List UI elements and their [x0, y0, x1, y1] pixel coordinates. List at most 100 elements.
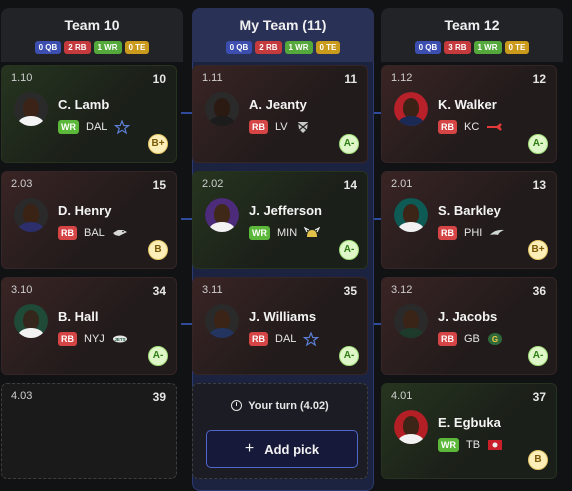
- viking-icon: [304, 226, 321, 237]
- player-rank: 37: [532, 390, 546, 404]
- player-rank: 34: [152, 284, 166, 298]
- pick-grade: A-: [339, 346, 359, 366]
- your-turn-status: Your turn (4.02): [193, 400, 367, 412]
- player-avatar: [205, 198, 239, 232]
- team-header[interactable]: Team 12 0 QB 3 RB 1 WR 0 TE: [381, 8, 563, 62]
- qb-count: 0 QB: [414, 41, 442, 54]
- position-tag: RB: [58, 332, 77, 346]
- plus-icon: +: [244, 440, 255, 457]
- rb-count: 2 RB: [64, 41, 91, 54]
- position-tag: WR: [249, 226, 270, 240]
- pick-grade: A-: [339, 240, 359, 260]
- te-count: 0 TE: [124, 41, 150, 54]
- nfl-team: NYJ: [84, 333, 105, 345]
- player-avatar: [394, 304, 428, 338]
- star-icon: [303, 332, 320, 346]
- player-name: C. Lamb: [58, 97, 110, 112]
- pick-grade: B: [528, 450, 548, 470]
- nfl-team: GB: [464, 333, 480, 345]
- player-avatar: [394, 410, 428, 444]
- player-name: D. Henry: [58, 203, 112, 218]
- pick-grade: A-: [528, 346, 548, 366]
- rb-count: 3 RB: [444, 41, 471, 54]
- pick-grade: B+: [148, 134, 168, 154]
- pick-card[interactable]: 1.12 12 K. Walker RB KC A-: [381, 65, 557, 163]
- eagle-icon: [490, 229, 505, 235]
- pick-card[interactable]: 4.01 37 E. Egbuka WR TB B: [381, 383, 557, 479]
- chiefs-icon: [487, 123, 503, 131]
- player-rank: 12: [532, 72, 546, 86]
- clock-icon: [231, 400, 243, 411]
- add-pick-label: Add pick: [264, 441, 320, 457]
- player-meta: RB LV: [249, 120, 311, 134]
- pick-grade: B: [148, 240, 168, 260]
- team-header[interactable]: My Team (11) 0 QB 2 RB 1 WR 0 TE: [192, 8, 374, 62]
- player-meta: RB KC: [438, 120, 503, 134]
- star-icon: [114, 120, 131, 134]
- add-pick-button[interactable]: + Add pick: [206, 430, 358, 468]
- pick-grade: A-: [528, 134, 548, 154]
- pick-grade: A-: [339, 134, 359, 154]
- pick-number: 2.03: [11, 178, 33, 190]
- wr-count: 1 WR: [473, 41, 502, 54]
- draft-board: Team 10 0 QB 2 RB 1 WR 0 TE 1.10 10 C. L…: [0, 0, 572, 491]
- player-meta: WR DAL: [58, 120, 131, 134]
- position-tag: RB: [249, 332, 268, 346]
- raiders-icon: [297, 122, 309, 133]
- player-name: J. Williams: [249, 309, 317, 324]
- player-meta: RB NYJ JETS: [58, 332, 128, 346]
- pick-card[interactable]: 3.11 35 J. Williams RB DAL A-: [192, 277, 368, 375]
- player-rank: 15: [152, 178, 166, 192]
- player-meta: RB DAL: [249, 332, 320, 346]
- pick-card[interactable]: 1.10 10 C. Lamb WR DAL B+: [1, 65, 177, 163]
- team-header[interactable]: Team 10 0 QB 2 RB 1 WR 0 TE: [1, 8, 183, 62]
- player-rank: 10: [152, 72, 166, 86]
- pick-card[interactable]: 3.12 36 J. Jacobs RB GB G A-: [381, 277, 557, 375]
- player-avatar: [394, 198, 428, 232]
- position-tag: WR: [438, 438, 459, 452]
- player-rank: 11: [344, 72, 357, 86]
- position-tag: RB: [438, 120, 457, 134]
- pick-number: 3.11: [202, 284, 223, 296]
- pick-card[interactable]: 3.10 34 B. Hall RB NYJ JETS A-: [1, 277, 177, 375]
- position-counts: 0 QB 2 RB 1 WR 0 TE: [192, 41, 374, 54]
- player-avatar: [14, 92, 48, 126]
- position-counts: 0 QB 3 RB 1 WR 0 TE: [381, 41, 563, 54]
- player-meta: WR MIN: [249, 226, 321, 240]
- player-rank: 35: [343, 284, 357, 298]
- team-column: Team 10 0 QB 2 RB 1 WR 0 TE 1.10 10 C. L…: [1, 8, 183, 491]
- player-name: J. Jefferson: [249, 203, 322, 218]
- nfl-team: LV: [275, 121, 288, 133]
- nfl-team: PHI: [464, 227, 483, 239]
- nfl-team: DAL: [86, 121, 108, 133]
- pick-number: 2.01: [391, 178, 413, 190]
- pick-number: 1.12: [391, 72, 413, 84]
- pick-number: 1.11: [202, 72, 223, 84]
- nfl-team: MIN: [277, 227, 298, 239]
- team-column: Team 12 0 QB 3 RB 1 WR 0 TE 1.12 12 K. W…: [381, 8, 563, 491]
- position-tag: RB: [58, 226, 77, 240]
- nfl-team: BAL: [84, 227, 105, 239]
- my-team-column: My Team (11) 0 QB 2 RB 1 WR 0 TE 1.11 11…: [192, 8, 374, 491]
- qb-count: 0 QB: [34, 41, 62, 54]
- raven-icon: [112, 230, 127, 236]
- your-turn-label: Your turn (4.02): [248, 400, 329, 412]
- pick-card[interactable]: 2.02 14 J. Jefferson WR MIN A-: [192, 171, 368, 269]
- player-avatar: [205, 92, 239, 126]
- player-name: A. Jeanty: [249, 97, 307, 112]
- player-rank: 14: [343, 178, 357, 192]
- player-name: E. Egbuka: [438, 415, 501, 430]
- pick-grade: A-: [148, 346, 168, 366]
- player-avatar: [14, 198, 48, 232]
- pick-card[interactable]: 2.01 13 S. Barkley RB PHI B+: [381, 171, 557, 269]
- wr-count: 1 WR: [284, 41, 313, 54]
- pick-number: 2.02: [202, 178, 224, 190]
- player-meta: RB GB G: [438, 332, 503, 346]
- nfl-team: DAL: [275, 333, 297, 345]
- packers-icon: G: [487, 333, 502, 345]
- nfl-team: KC: [464, 121, 480, 133]
- empty-pick-slot[interactable]: 4.03 39: [1, 383, 177, 479]
- team-name: Team 10: [64, 17, 120, 33]
- pick-card[interactable]: 2.03 15 D. Henry RB BAL B: [1, 171, 177, 269]
- pick-card[interactable]: 1.11 11 A. Jeanty RB LV A-: [192, 65, 368, 163]
